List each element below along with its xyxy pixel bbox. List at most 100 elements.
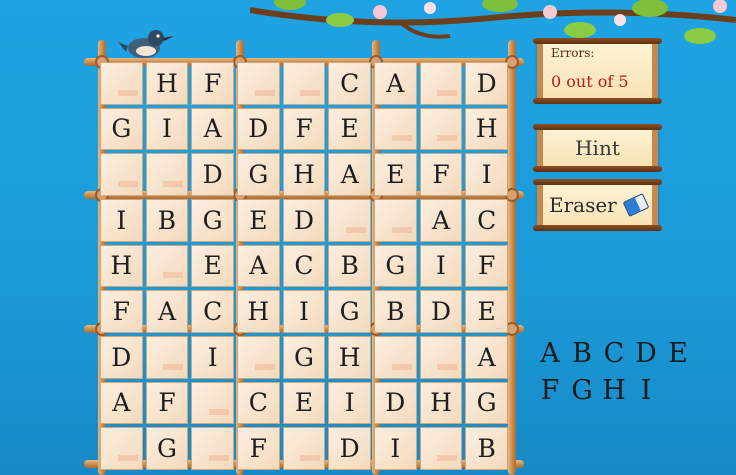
board-cell[interactable]: I bbox=[191, 336, 234, 379]
board-cell[interactable]: G bbox=[282, 336, 326, 379]
board-cell[interactable]: E bbox=[465, 290, 508, 333]
board-cell[interactable]: F bbox=[191, 62, 234, 105]
palette-letter[interactable]: I bbox=[634, 375, 658, 406]
board-cell[interactable]: D bbox=[237, 107, 280, 151]
palette-letter[interactable]: G bbox=[570, 375, 594, 406]
palette-letter[interactable]: D bbox=[634, 338, 658, 369]
board-cell[interactable]: F bbox=[419, 153, 463, 196]
board-cell[interactable] bbox=[419, 336, 463, 379]
board-cell[interactable]: I bbox=[100, 199, 143, 242]
palette-letter[interactable]: B bbox=[570, 338, 594, 369]
board-cell[interactable]: D bbox=[328, 427, 371, 470]
board-cell[interactable]: G bbox=[465, 381, 508, 425]
board-cell[interactable]: I bbox=[328, 381, 371, 425]
board-cell[interactable] bbox=[419, 427, 463, 470]
board-cell[interactable] bbox=[145, 336, 189, 379]
board-cell[interactable]: I bbox=[419, 244, 463, 288]
palette-letter[interactable]: F bbox=[538, 375, 562, 406]
board-cell[interactable]: H bbox=[328, 336, 371, 379]
board-cell[interactable]: G bbox=[191, 199, 234, 242]
board-cell[interactable]: B bbox=[328, 244, 371, 288]
board-cell[interactable] bbox=[145, 244, 189, 288]
board-cell[interactable] bbox=[191, 381, 234, 425]
board-cell[interactable] bbox=[191, 427, 234, 470]
board-cell[interactable] bbox=[100, 62, 143, 105]
board-cell[interactable] bbox=[237, 62, 280, 105]
board-cell[interactable]: G bbox=[374, 244, 417, 288]
board-cell[interactable]: C bbox=[237, 381, 280, 425]
board-cell[interactable]: C bbox=[282, 244, 326, 288]
eraser-button[interactable]: Eraser bbox=[533, 179, 662, 231]
errors-count: 0 out of 5 bbox=[551, 72, 629, 91]
board-cell[interactable] bbox=[282, 427, 326, 470]
hint-button[interactable]: Hint bbox=[533, 124, 662, 172]
board-cell[interactable]: A bbox=[100, 381, 143, 425]
board-cell[interactable]: C bbox=[328, 62, 371, 105]
palette-letter[interactable]: A bbox=[538, 338, 562, 369]
cherry-blossom-branch bbox=[250, 0, 736, 44]
board-cell[interactable]: A bbox=[374, 62, 417, 105]
board-cell[interactable]: A bbox=[191, 107, 234, 151]
board-cell[interactable]: I bbox=[282, 290, 326, 333]
sudoku-board: HFCADGIADFEHDGHAEFIIBGEDACHEACBGIFFACHIG… bbox=[100, 62, 508, 470]
board-cell[interactable]: H bbox=[282, 153, 326, 196]
palette-letter[interactable]: C bbox=[602, 338, 626, 369]
board-cell[interactable]: I bbox=[465, 153, 508, 196]
board-cell[interactable]: C bbox=[465, 199, 508, 242]
board-cell[interactable] bbox=[237, 336, 280, 379]
board-cell[interactable]: D bbox=[465, 62, 508, 105]
board-cell[interactable] bbox=[374, 336, 417, 379]
board-cell[interactable]: H bbox=[237, 290, 280, 333]
board-cell[interactable]: I bbox=[374, 427, 417, 470]
palette-letter[interactable]: E bbox=[666, 338, 690, 369]
board-cell[interactable]: D bbox=[100, 336, 143, 379]
board-cell[interactable] bbox=[374, 199, 417, 242]
board-cell[interactable] bbox=[419, 62, 463, 105]
board-cell[interactable]: F bbox=[100, 290, 143, 333]
board-cell[interactable]: A bbox=[145, 290, 189, 333]
board-cell[interactable]: E bbox=[374, 153, 417, 196]
board-cell[interactable]: E bbox=[191, 244, 234, 288]
errors-panel: Errors: 0 out of 5 bbox=[533, 38, 662, 104]
palette-row: FGHI bbox=[538, 375, 708, 406]
board-cell[interactable]: F bbox=[237, 427, 280, 470]
board-cell[interactable]: A bbox=[419, 199, 463, 242]
board-cell[interactable]: D bbox=[419, 290, 463, 333]
board-cell[interactable]: A bbox=[328, 153, 371, 196]
board-cell[interactable] bbox=[100, 153, 143, 196]
board-cell[interactable] bbox=[100, 427, 143, 470]
board-cell[interactable]: E bbox=[237, 199, 280, 242]
board-cell[interactable] bbox=[282, 62, 326, 105]
board-cell[interactable]: H bbox=[465, 107, 508, 151]
board-cell[interactable]: H bbox=[419, 381, 463, 425]
board-cell[interactable]: D bbox=[191, 153, 234, 196]
board-cell[interactable] bbox=[145, 153, 189, 196]
board-cell[interactable]: A bbox=[237, 244, 280, 288]
board-cell[interactable]: E bbox=[282, 381, 326, 425]
board-cell[interactable]: B bbox=[465, 427, 508, 470]
board-cell[interactable]: A bbox=[465, 336, 508, 379]
board-cell[interactable]: D bbox=[374, 381, 417, 425]
board-cell[interactable]: H bbox=[145, 62, 189, 105]
board-cell[interactable]: G bbox=[100, 107, 143, 151]
board-cell[interactable]: G bbox=[145, 427, 189, 470]
board-cell[interactable]: F bbox=[282, 107, 326, 151]
board-cell[interactable] bbox=[374, 107, 417, 151]
board-cell[interactable]: B bbox=[145, 199, 189, 242]
board-cell[interactable]: D bbox=[282, 199, 326, 242]
board-cell[interactable]: E bbox=[328, 107, 371, 151]
palette-row: ABCDE bbox=[538, 338, 708, 369]
board-cell[interactable]: C bbox=[191, 290, 234, 333]
board-cell[interactable] bbox=[328, 199, 371, 242]
board-cell[interactable]: G bbox=[237, 153, 280, 196]
palette-letter[interactable]: H bbox=[602, 375, 626, 406]
board-cell[interactable] bbox=[419, 107, 463, 151]
board-cell[interactable]: B bbox=[374, 290, 417, 333]
board-cell[interactable]: G bbox=[328, 290, 371, 333]
board-cell[interactable]: F bbox=[145, 381, 189, 425]
hint-label: Hint bbox=[575, 136, 620, 160]
board-cell[interactable]: H bbox=[100, 244, 143, 288]
board-cell[interactable]: I bbox=[145, 107, 189, 151]
board-cell[interactable]: F bbox=[465, 244, 508, 288]
letter-palette: ABCDE FGHI bbox=[538, 338, 708, 412]
